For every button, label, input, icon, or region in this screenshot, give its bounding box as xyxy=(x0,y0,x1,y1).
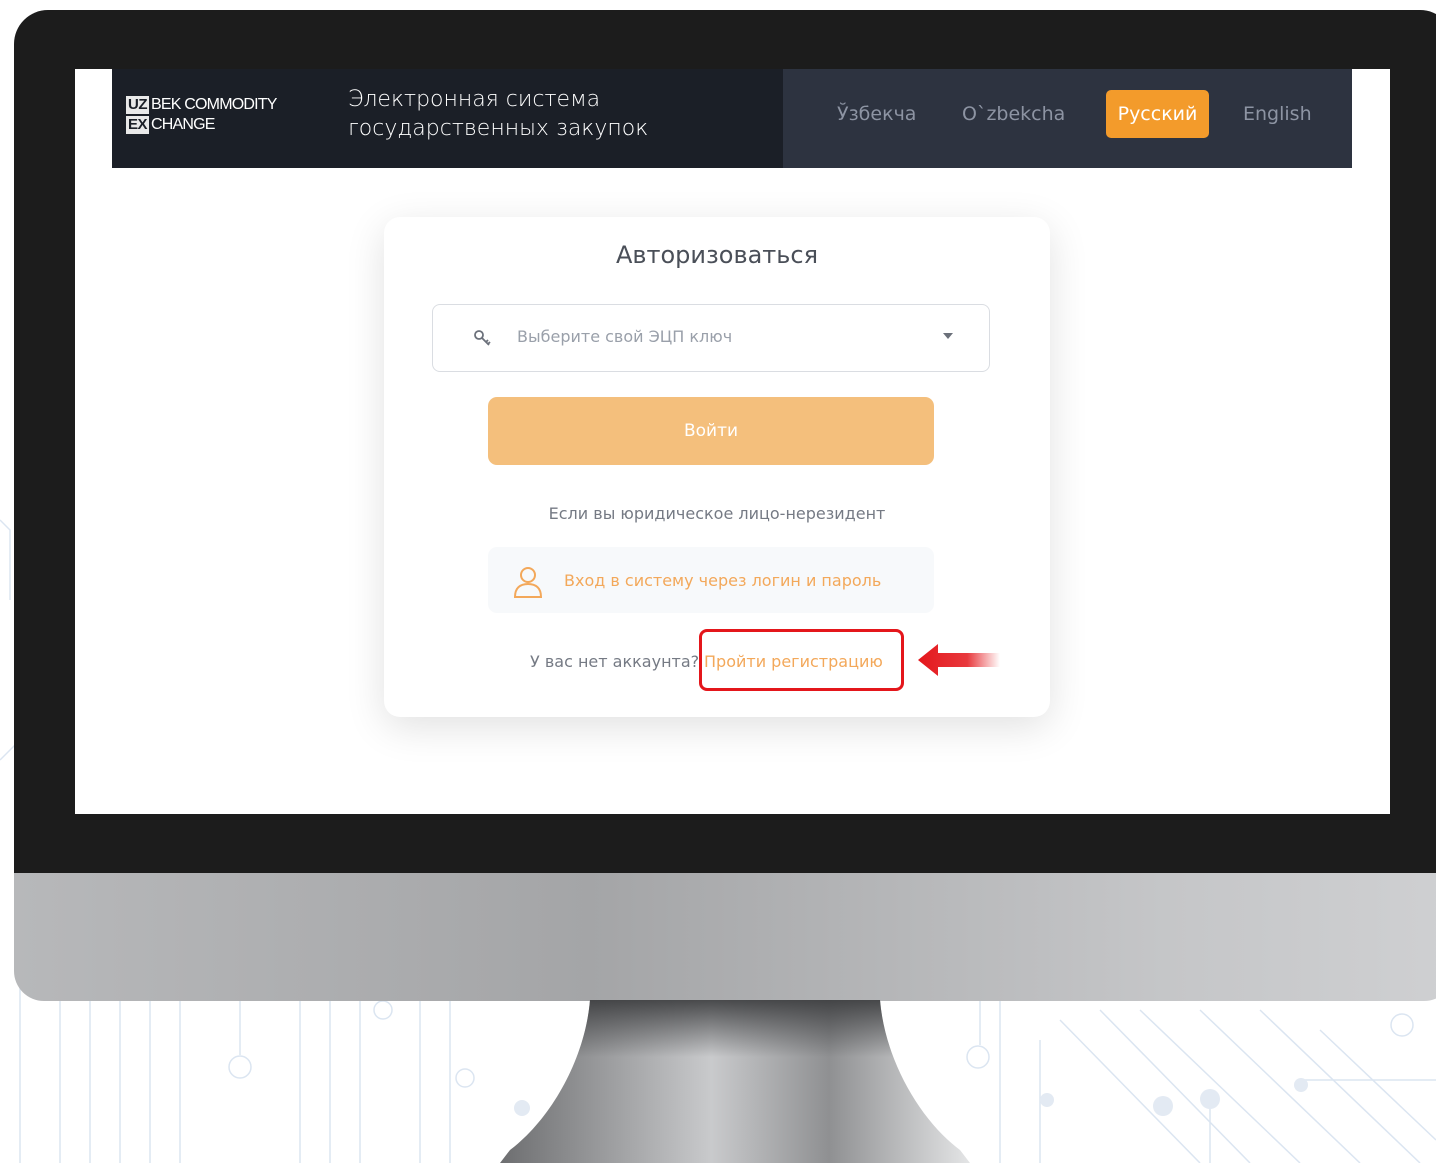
lang-russian-active[interactable]: Русский xyxy=(1106,90,1209,138)
nonresident-text: Если вы юридическое лицо-нерезидент xyxy=(548,504,886,523)
no-account-text: У вас нет аккаунта? xyxy=(530,652,700,671)
screen: UZ BEK COMMODITY EX CHANGE Электронная с… xyxy=(75,69,1390,814)
uzex-logo[interactable]: UZ BEK COMMODITY EX CHANGE xyxy=(126,95,306,137)
logo-row-1: UZ BEK COMMODITY xyxy=(126,95,306,115)
user-icon xyxy=(513,567,543,598)
monitor-chin xyxy=(14,873,1436,1001)
chevron-down-icon xyxy=(943,333,953,339)
logo-row-2: EX CHANGE xyxy=(126,115,306,135)
logo-box-ex: EX xyxy=(126,116,150,134)
logo-text-2: CHANGE xyxy=(151,116,215,133)
register-highlight-box xyxy=(699,629,904,691)
key-icon xyxy=(474,330,491,346)
lang-english[interactable]: English xyxy=(1243,90,1312,138)
auth-title: Авторизоваться xyxy=(615,241,819,269)
top-header: UZ BEK COMMODITY EX CHANGE Электронная с… xyxy=(112,69,1352,168)
login-password-button[interactable]: Вход в систему через логин и пароль xyxy=(488,547,934,613)
monitor-stand xyxy=(500,1000,970,1163)
red-arrow-icon xyxy=(918,644,1000,676)
logo-text-1: BEK COMMODITY xyxy=(151,96,277,113)
system-title-line-1: Электронная система xyxy=(348,87,601,112)
header-brand-area: UZ BEK COMMODITY EX CHANGE Электронная с… xyxy=(112,69,783,168)
login-password-label: Вход в систему через логин и пароль xyxy=(564,571,882,590)
logo-box-uz: UZ xyxy=(126,96,149,114)
key-select-placeholder: Выберите свой ЭЦП ключ xyxy=(517,327,733,346)
key-select-dropdown[interactable]: Выберите свой ЭЦП ключ xyxy=(432,304,990,372)
system-title-line-2: государственных закупок xyxy=(348,116,649,141)
login-button[interactable]: Войти xyxy=(488,397,934,465)
lang-uzbek-latin[interactable]: O`zbekcha xyxy=(962,90,1065,138)
system-title: Электронная система государственных заку… xyxy=(348,85,768,143)
lang-uzbek-cyrillic[interactable]: Ўзбекча xyxy=(837,90,916,138)
